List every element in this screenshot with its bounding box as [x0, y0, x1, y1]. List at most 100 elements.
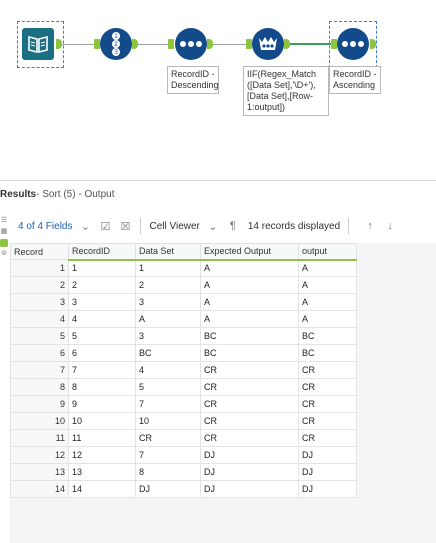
table-cell[interactable]: 10	[68, 412, 136, 430]
table-cell[interactable]: A	[200, 259, 299, 277]
output-anchor[interactable]	[132, 39, 138, 49]
table-cell[interactable]: CR	[200, 361, 299, 379]
table-cell[interactable]: 4	[68, 310, 136, 328]
clear-icon[interactable]: ☒	[118, 219, 132, 233]
output-anchor[interactable]	[207, 39, 213, 49]
table-cell[interactable]: 10	[135, 412, 201, 430]
record-number-cell[interactable]: 13	[10, 463, 69, 481]
table-cell[interactable]: DJ	[298, 446, 357, 464]
table-cell[interactable]: DJ	[200, 446, 299, 464]
cell-viewer-button[interactable]: Cell Viewer	[149, 221, 199, 232]
table-cell[interactable]: 2	[135, 276, 201, 294]
table-row[interactable]: 13 13 8 DJ DJ	[10, 463, 357, 481]
table-row[interactable]: 44AAA	[10, 310, 357, 328]
table-cell[interactable]: A	[298, 259, 357, 277]
table-cell[interactable]: BC	[200, 344, 299, 362]
table-row[interactable]: 10 10 10 CR CR	[10, 412, 357, 430]
sort-tool-descending[interactable]	[175, 28, 207, 60]
table-cell[interactable]: 1	[68, 259, 136, 277]
table-cell[interactable]: A	[200, 276, 299, 294]
table-cell[interactable]: 5	[135, 378, 201, 396]
table-cell[interactable]: CR	[135, 429, 201, 447]
record-number-cell[interactable]: 14	[10, 480, 69, 498]
table-cell[interactable]: CR	[200, 429, 299, 447]
table-cell[interactable]: CR	[298, 361, 357, 379]
record-number-cell[interactable]: 12	[10, 446, 69, 464]
table-cell[interactable]: 2	[68, 276, 136, 294]
text-input-tool[interactable]	[22, 28, 54, 60]
sort-tool-ascending[interactable]	[337, 28, 369, 60]
table-cell[interactable]: BC	[298, 344, 357, 362]
table-row[interactable]: 111AA	[10, 259, 357, 277]
table-cell[interactable]: A	[200, 310, 299, 328]
table-cell[interactable]: A	[298, 276, 357, 294]
record-number-cell[interactable]: 7	[10, 361, 69, 379]
record-number-cell[interactable]: 10	[10, 412, 69, 430]
output-anchor[interactable]	[56, 39, 62, 49]
table-cell[interactable]: DJ	[298, 480, 357, 498]
table-row[interactable]: 7 7 4 CR CR	[10, 361, 357, 379]
table-row[interactable]: 8 8 5 CR CR	[10, 378, 357, 396]
table-row[interactable]: 6 6 BC BC BC	[10, 344, 357, 362]
table-cell[interactable]: 1	[135, 259, 201, 277]
arrow-up-icon[interactable]: ↑	[363, 219, 377, 233]
table-cell[interactable]: A	[135, 310, 201, 328]
table-icon[interactable]: ▦	[0, 228, 8, 236]
chevron-down-icon[interactable]: ⌄	[78, 219, 92, 233]
table-cell[interactable]: 3	[68, 293, 136, 311]
checkbox-icon[interactable]: ☑	[98, 219, 112, 233]
results-grid[interactable]: Record RecordID Data Set Expected Output…	[10, 243, 436, 543]
column-header[interactable]: RecordID	[68, 243, 136, 261]
table-cell[interactable]: CR	[298, 429, 357, 447]
arrow-down-icon[interactable]: ↓	[383, 219, 397, 233]
table-cell[interactable]: 3	[135, 293, 201, 311]
table-cell[interactable]: CR	[298, 395, 357, 413]
table-cell[interactable]: 14	[68, 480, 136, 498]
table-cell[interactable]: DJ	[200, 463, 299, 481]
output-anchor[interactable]	[370, 39, 376, 49]
record-id-tool[interactable]: 1 2 3	[100, 28, 132, 60]
table-cell[interactable]: 13	[68, 463, 136, 481]
table-cell[interactable]: 7	[135, 446, 201, 464]
output-anchor[interactable]	[284, 39, 290, 49]
record-number-cell[interactable]: 1	[10, 259, 69, 277]
table-cell[interactable]: CR	[298, 412, 357, 430]
data-view-icon[interactable]	[0, 239, 8, 247]
table-cell[interactable]: BC	[200, 327, 299, 345]
record-number-cell[interactable]: 11	[10, 429, 69, 447]
table-cell[interactable]: DJ	[298, 463, 357, 481]
table-cell[interactable]: CR	[298, 378, 357, 396]
table-cell[interactable]: CR	[200, 412, 299, 430]
fields-dropdown[interactable]: 4 of 4 Fields	[18, 221, 72, 232]
column-header[interactable]: Record	[10, 243, 69, 260]
table-cell[interactable]: 8	[68, 378, 136, 396]
table-row[interactable]: 14 14 DJ DJ DJ	[10, 480, 357, 498]
table-cell[interactable]: 4	[135, 361, 201, 379]
table-cell[interactable]: DJ	[200, 480, 299, 498]
table-cell[interactable]: A	[298, 293, 357, 311]
record-number-cell[interactable]: 8	[10, 378, 69, 396]
table-row[interactable]: 333AA	[10, 293, 357, 311]
table-row[interactable]: 222AA	[10, 276, 357, 294]
record-number-cell[interactable]: 3	[10, 293, 69, 311]
table-cell[interactable]: BC	[135, 344, 201, 362]
pilcrow-icon[interactable]: ¶	[226, 219, 240, 233]
table-row[interactable]: 5 5 3 BC BC	[10, 327, 357, 345]
record-number-cell[interactable]: 5	[10, 327, 69, 345]
table-cell[interactable]: 7	[135, 395, 201, 413]
column-header[interactable]: output	[298, 243, 357, 261]
connection-wire[interactable]	[208, 44, 248, 45]
table-cell[interactable]: A	[200, 293, 299, 311]
table-cell[interactable]: CR	[200, 378, 299, 396]
table-cell[interactable]: 9	[68, 395, 136, 413]
record-number-cell[interactable]: 9	[10, 395, 69, 413]
column-header[interactable]: Expected Output	[200, 243, 299, 261]
table-cell[interactable]: 11	[68, 429, 136, 447]
table-cell[interactable]: 8	[135, 463, 201, 481]
table-cell[interactable]: 3	[135, 327, 201, 345]
record-number-cell[interactable]: 2	[10, 276, 69, 294]
chevron-down-icon[interactable]: ⌄	[206, 219, 220, 233]
record-number-cell[interactable]: 6	[10, 344, 69, 362]
table-cell[interactable]: 7	[68, 361, 136, 379]
info-icon[interactable]: ⊘	[0, 250, 8, 258]
